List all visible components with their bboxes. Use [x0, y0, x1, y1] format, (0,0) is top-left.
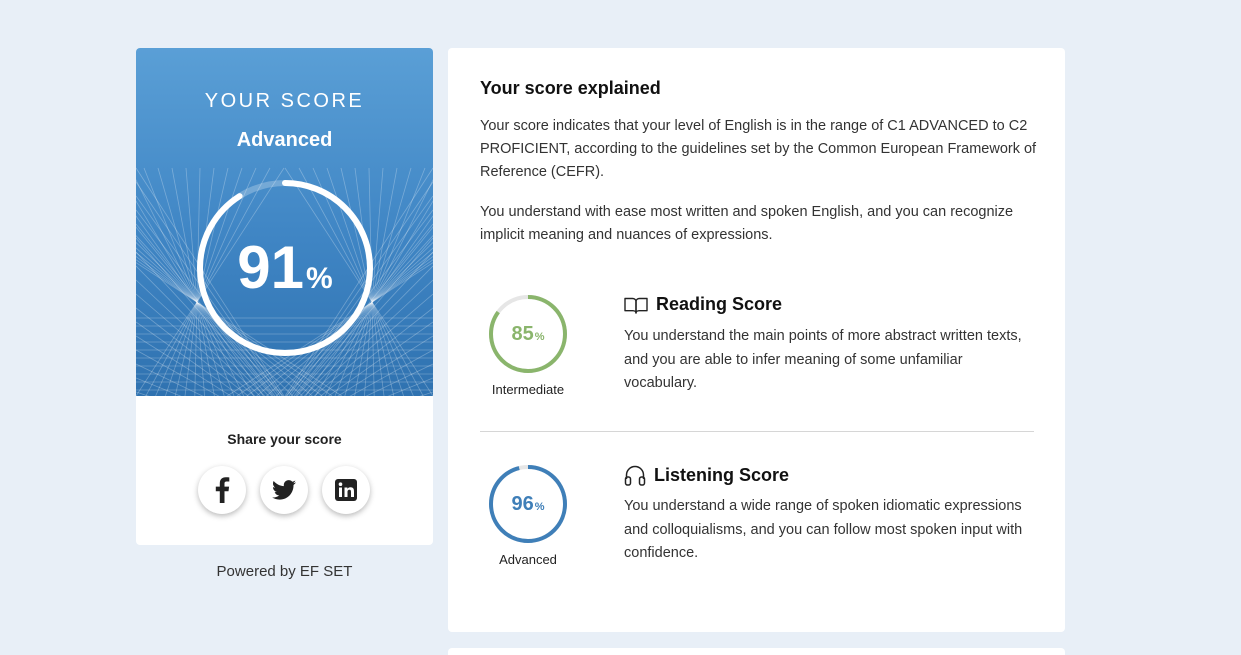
share-title: Share your score — [227, 431, 342, 447]
overall-score-unit: % — [306, 262, 333, 295]
headphones-icon — [624, 465, 646, 486]
linkedin-share-button[interactable] — [322, 466, 370, 514]
reading-score-heading: Reading Score — [624, 294, 782, 315]
next-panel — [448, 648, 1065, 655]
linkedin-icon — [335, 479, 357, 501]
facebook-share-button[interactable] — [198, 466, 246, 514]
section-divider — [480, 431, 1034, 432]
listening-score-description: You understand a wide range of spoken id… — [624, 498, 1023, 561]
score-card: YOUR SCORE Advanced 91% Share your score — [136, 48, 433, 545]
listening-score-unit: % — [534, 500, 545, 513]
reading-score-description: You understand the main points of more a… — [624, 328, 1022, 391]
share-buttons — [198, 466, 370, 514]
score-explanation-panel: Your score explained Your score indicate… — [448, 48, 1065, 632]
explanation-title: Your score explained — [480, 78, 661, 98]
listening-score-section: 96% Advanced Listening Score You underst… — [480, 464, 1040, 584]
twitter-share-button[interactable] — [260, 466, 308, 514]
reading-score-level: Intermediate — [491, 382, 565, 397]
reading-score-unit: % — [534, 330, 545, 343]
twitter-icon — [272, 480, 296, 500]
listening-score-title: Listening Score — [654, 464, 790, 485]
overall-score-number: 91 — [237, 234, 305, 301]
reading-score-title: Reading Score — [656, 294, 783, 314]
explanation-paragraph-1: Your score indicates that your level of … — [480, 118, 1037, 180]
score-title: YOUR SCORE — [204, 90, 365, 112]
reading-score-section: 85% Intermediate Reading Score You under… — [480, 294, 1040, 414]
reading-score-number: 85 — [511, 322, 534, 345]
listening-score-heading: Listening Score — [624, 464, 789, 486]
score-level: Advanced — [236, 129, 333, 151]
explanation-paragraph-2: You understand with ease most written an… — [480, 204, 1014, 243]
powered-by-text: Powered by EF SET — [216, 563, 353, 580]
listening-score-value: 96% — [488, 464, 568, 544]
reading-score-value: 85% — [488, 294, 568, 374]
listening-score-number: 96 — [511, 492, 534, 515]
facebook-icon — [215, 477, 230, 503]
book-icon — [624, 297, 648, 314]
score-hero: YOUR SCORE Advanced 91% — [136, 48, 433, 396]
overall-score-value: 91% — [195, 178, 375, 358]
listening-score-level: Advanced — [499, 552, 557, 567]
